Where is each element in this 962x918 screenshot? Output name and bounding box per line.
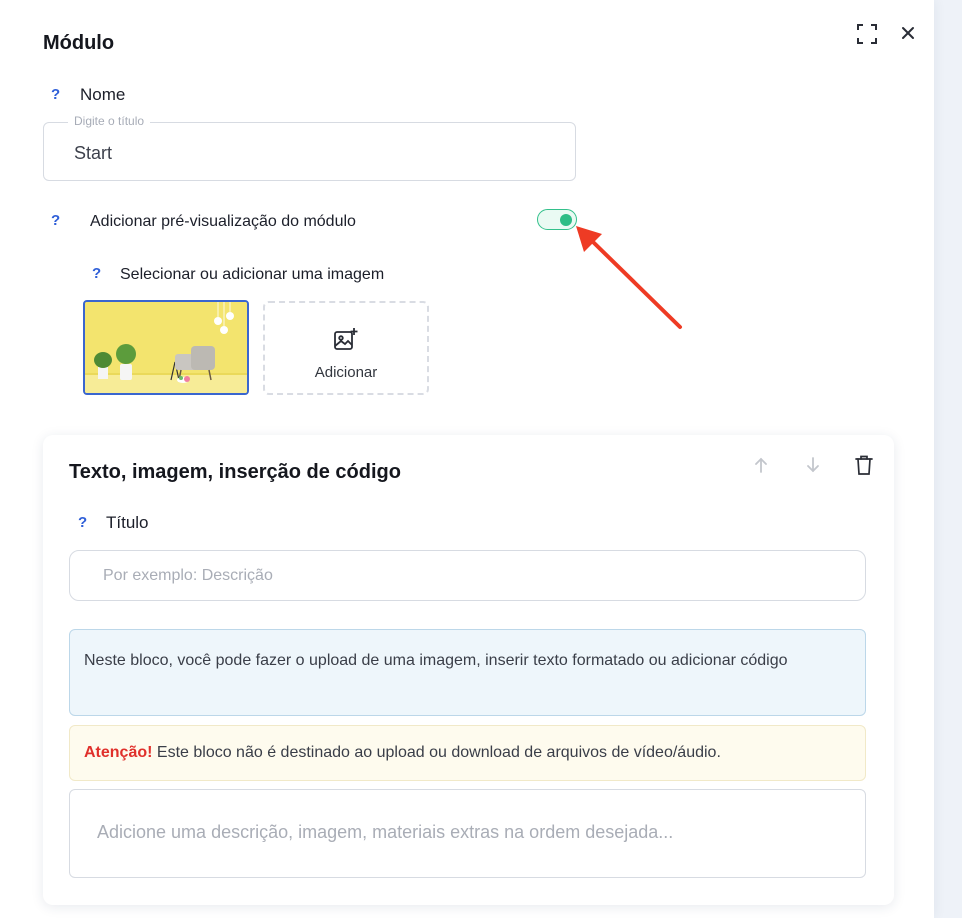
warning-strong: Atenção! <box>84 744 153 761</box>
title-field-label: Digite o título <box>68 114 151 128</box>
room-illustration <box>85 302 247 393</box>
block-title: Texto, imagem, inserção de código <box>69 461 401 483</box>
image-label: Selecionar ou adicionar uma imagem <box>120 266 385 283</box>
image-help-icon[interactable]: ? <box>92 265 101 282</box>
title-field-value[interactable]: Start <box>74 143 112 164</box>
description-editor[interactable]: Adicione uma descrição, imagem, materiai… <box>69 789 866 878</box>
description-placeholder: Adicione uma descrição, imagem, materiai… <box>97 822 674 842</box>
info-box: Neste bloco, você pode fazer o upload de… <box>69 629 866 716</box>
block-title-input[interactable]: Por exemplo: Descrição <box>69 550 866 601</box>
block-title-placeholder: Por exemplo: Descrição <box>103 567 273 584</box>
annotation-arrow-icon <box>576 226 682 329</box>
warning-text: Este bloco não é destinado ao upload ou … <box>152 744 721 761</box>
block-title-label: Título <box>106 513 149 532</box>
preview-label: Adicionar pré-visualização do módulo <box>90 213 356 230</box>
add-image-label: Adicionar <box>314 364 378 381</box>
close-icon[interactable] <box>898 23 918 43</box>
add-image-icon <box>334 328 358 350</box>
trash-icon[interactable] <box>853 454 875 476</box>
module-preview-thumbnail[interactable] <box>83 300 249 395</box>
info-text: Neste bloco, você pode fazer o upload de… <box>84 652 788 669</box>
name-label: Nome <box>80 85 126 104</box>
add-image-button[interactable]: Adicionar <box>263 301 429 395</box>
modal-title: Módulo <box>43 32 115 54</box>
content-block-card: Texto, imagem, inserção de código ? Títu… <box>43 435 894 905</box>
name-help-icon[interactable]: ? <box>51 86 60 103</box>
arrow-up-icon[interactable] <box>751 455 771 475</box>
block-title-help-icon[interactable]: ? <box>78 514 87 531</box>
arrow-down-icon[interactable] <box>803 455 823 475</box>
warning-box: Atenção! Este bloco não é destinado ao u… <box>69 725 866 781</box>
preview-help-icon[interactable]: ? <box>51 212 60 229</box>
module-modal: Módulo ? Nome Digite o título Start ? Ad… <box>0 0 934 918</box>
title-field[interactable]: Digite o título Start <box>43 114 576 181</box>
expand-icon[interactable] <box>855 22 879 46</box>
